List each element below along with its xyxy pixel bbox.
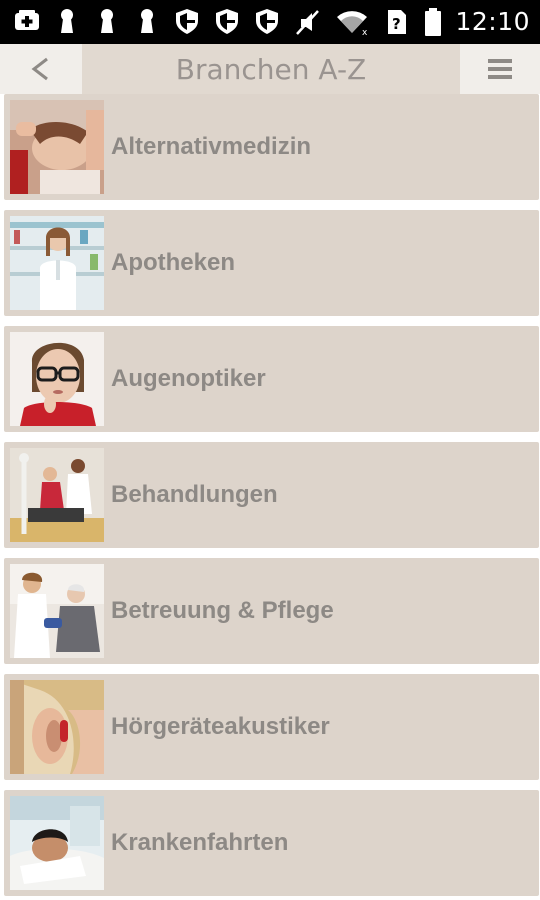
- back-button[interactable]: [0, 44, 82, 94]
- category-item-behandlungen[interactable]: Behandlungen: [4, 442, 539, 548]
- category-item-alternativmedizin[interactable]: Alternativmedizin: [4, 94, 539, 200]
- chevron-left-icon: [31, 57, 48, 81]
- status-icons-left: [12, 6, 282, 36]
- mute-icon: [296, 10, 320, 35]
- patient-transport-photo: [10, 796, 104, 890]
- hamburger-menu-icon: [488, 59, 512, 79]
- category-item-hoergeraeteakustiker[interactable]: Hörgeräteakustiker: [4, 674, 539, 780]
- shield-icon: [176, 9, 198, 34]
- battery-icon: [425, 8, 442, 36]
- status-bar: x ? 12:10: [0, 0, 540, 44]
- page-title: Branchen A-Z: [175, 52, 367, 86]
- massage-photo: [10, 100, 104, 194]
- elderly-care-photo: [10, 564, 104, 658]
- title-area: Branchen A-Z: [82, 44, 460, 94]
- shield-icon: [256, 9, 278, 34]
- svg-text:?: ?: [392, 15, 401, 33]
- category-item-augenoptiker[interactable]: Augenoptiker: [4, 326, 539, 432]
- clock: 12:10: [455, 7, 530, 36]
- title-bar: Branchen A-Z: [0, 44, 540, 94]
- keyhole-icon: [101, 9, 113, 33]
- shield-icon: [216, 9, 238, 34]
- keyhole-icon: [141, 9, 153, 33]
- category-label: Betreuung & Pflege: [111, 597, 334, 624]
- category-label: Augenoptiker: [111, 365, 266, 392]
- category-label: Behandlungen: [111, 481, 278, 508]
- category-label: Krankenfahrten: [111, 829, 289, 856]
- category-label: Hörgeräteakustiker: [111, 713, 330, 740]
- hearing-aid-photo: [10, 680, 104, 774]
- category-item-betreuung-pflege[interactable]: Betreuung & Pflege: [4, 558, 539, 664]
- category-label: Apotheken: [111, 249, 236, 276]
- svg-text:x: x: [362, 28, 368, 37]
- keyhole-icon: [61, 9, 73, 33]
- pharmacist-photo: [10, 216, 104, 310]
- category-label: Alternativmedizin: [111, 133, 312, 160]
- wifi-icon: x: [337, 11, 368, 37]
- no-sim-icon: ?: [388, 10, 407, 34]
- glasses-woman-photo: [10, 332, 104, 426]
- category-item-apotheken[interactable]: Apotheken: [4, 210, 539, 316]
- category-item-krankenfahrten[interactable]: Krankenfahrten: [4, 790, 539, 896]
- add-box-icon: [15, 10, 39, 30]
- physiotherapy-photo: [10, 448, 104, 542]
- menu-button[interactable]: [460, 44, 540, 94]
- status-icons-right: x ? 12:10: [293, 6, 530, 38]
